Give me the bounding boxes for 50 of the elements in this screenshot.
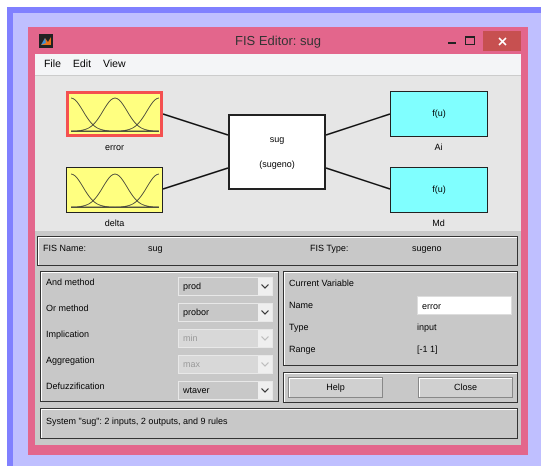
menu-item[interactable]: View (97, 54, 132, 74)
function-label: f(u) (432, 107, 446, 120)
chevron-icon (258, 356, 272, 373)
maximize-icon (465, 36, 475, 46)
field-label: Range (289, 342, 317, 356)
field-value: [-1 1] (417, 342, 438, 356)
chevron-icon (258, 304, 272, 321)
field-value: sugeno (412, 242, 442, 255)
dialog-button[interactable]: Close (418, 377, 513, 398)
app-icon (39, 34, 53, 48)
connector-line (162, 113, 228, 136)
field-label: Type (289, 320, 310, 334)
method-label: Or method (46, 302, 89, 315)
chevron-icon (258, 278, 272, 295)
system-type: (sugeno) (259, 158, 295, 171)
function-label: f(u) (432, 183, 446, 196)
system-name: sug (270, 132, 284, 146)
field-value: input (417, 320, 437, 334)
method-label: Defuzzification (46, 380, 105, 393)
method-label: Aggregation (46, 354, 95, 367)
close-icon (498, 37, 506, 46)
field-label: Name (289, 298, 314, 312)
variable-label: Md (431, 217, 446, 230)
dropdown[interactable]: wtaver (178, 381, 273, 400)
dropdown[interactable]: prod (178, 277, 273, 296)
field-value: sug (148, 242, 164, 255)
dialog-button[interactable]: Help (288, 377, 383, 398)
chevron-icon (258, 382, 272, 399)
connector-line (326, 113, 390, 136)
output-variable-block[interactable]: f(u) (390, 167, 488, 213)
method-label: Implication (46, 328, 90, 341)
status-message: System "sug": 2 inputs, 2 outputs, and 9 rules (40, 408, 518, 439)
connector-line (162, 167, 228, 190)
menu-item[interactable]: Edit (66, 54, 98, 74)
menu-item[interactable]: File (38, 54, 67, 74)
chevron-icon (258, 330, 272, 347)
close-button[interactable] (483, 30, 521, 50)
dropdown[interactable]: probor (178, 303, 273, 322)
name-field[interactable]: error (417, 296, 512, 315)
output-variable-block[interactable]: f(u) (390, 91, 488, 137)
window-title: FIS Editor: sug (235, 32, 321, 48)
variable-label: error (104, 141, 125, 154)
variable-label: Ai (433, 141, 444, 154)
panel-title: Current Variable (289, 277, 355, 290)
system-block[interactable]: sug (sugeno) (228, 114, 326, 190)
connector-line (326, 167, 390, 190)
field-label: FIS Type: (310, 242, 350, 255)
method-label: And method (46, 276, 95, 289)
field-label: FIS Name: (43, 242, 88, 255)
variable-label: delta (104, 217, 126, 230)
